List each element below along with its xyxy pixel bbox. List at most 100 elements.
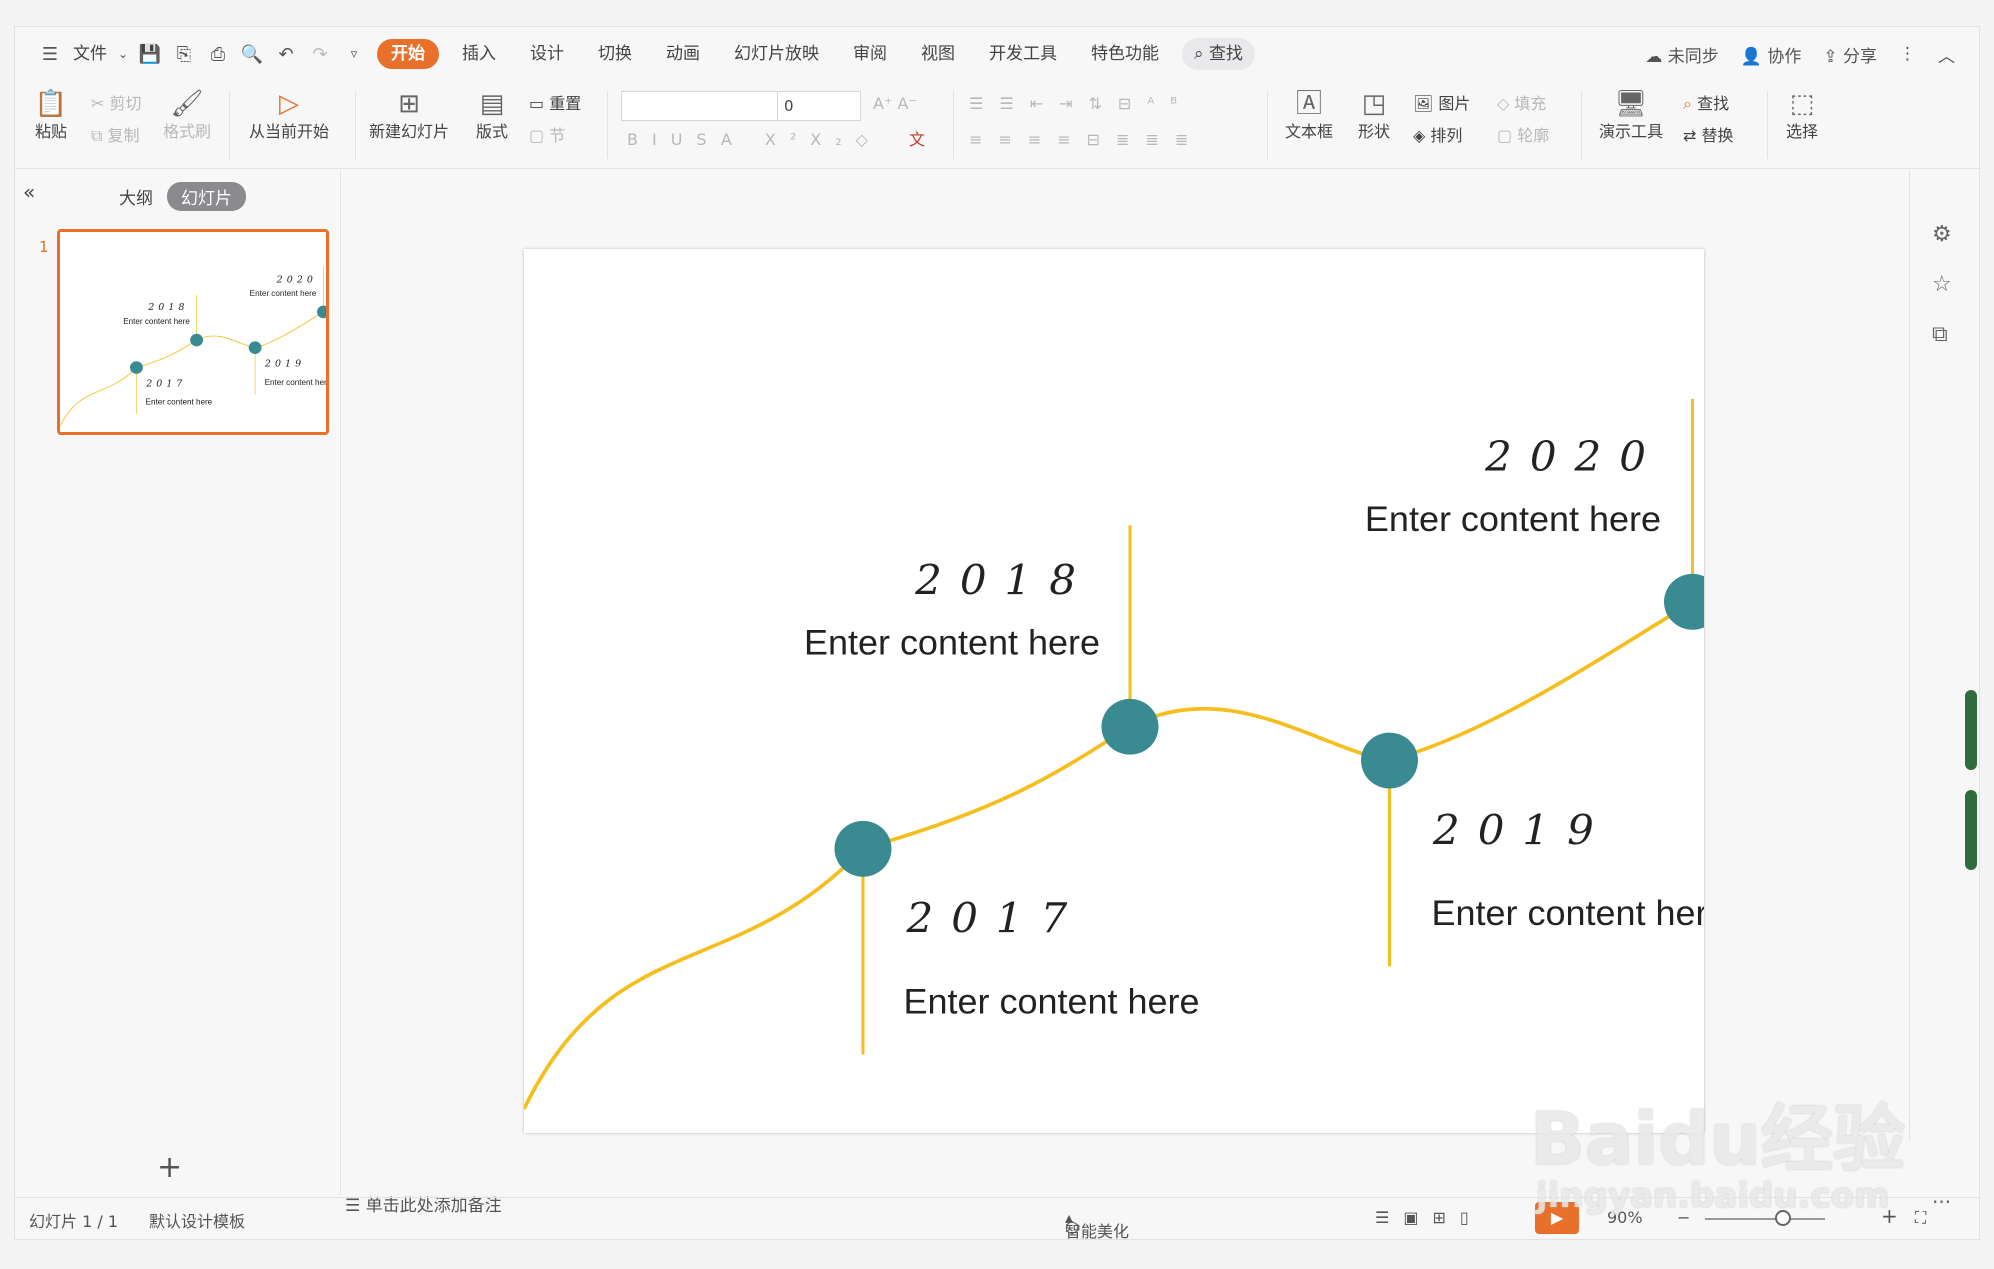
slide-number: 1 <box>39 238 49 256</box>
textbox-button[interactable]: 🄰 文本框 <box>1277 87 1341 143</box>
search-label: 查找 <box>1208 44 1243 64</box>
paragraph-align-controls[interactable]: ≡≡≡≡⊟≣≣≣ <box>969 129 1204 151</box>
replace-button[interactable]: ⇄ 替换 <box>1683 125 1734 147</box>
find-button[interactable]: ⌕ 查找 <box>1683 93 1729 115</box>
app-window: ☰ 文件 ⌄ 💾 ⎘ ⎙ 🔍 ↶ ↷ ▿ 开始 插入 设计 切换 动画 幻灯片放… <box>14 26 1994 1241</box>
timeline-year: 2019 <box>264 359 305 370</box>
tab-design[interactable]: 设计 <box>513 39 581 69</box>
save-icon[interactable]: 💾 <box>133 39 167 69</box>
tab-slides[interactable]: 幻灯片 <box>167 182 246 211</box>
format-painter-button[interactable]: 🖌 格式刷 <box>161 87 213 143</box>
zoom-slider[interactable] <box>1705 1218 1825 1220</box>
view-mode-icons[interactable]: ☰▣⊞▯ <box>1375 1208 1483 1227</box>
new-slide-button[interactable]: ⊞ 新建幻灯片 <box>359 87 459 143</box>
play-from-current-button[interactable]: ▷ 从当前开始 <box>239 87 339 143</box>
more-icon[interactable]: ⋮ <box>1899 44 1916 64</box>
font-name-field[interactable] <box>621 91 781 121</box>
textbox-icon: 🄰 <box>1295 89 1322 119</box>
outline-button[interactable]: ▢ 轮廓 <box>1497 125 1549 147</box>
pinyin-icon[interactable]: 文 <box>909 129 925 151</box>
redo-icon[interactable]: ↷ <box>303 39 337 69</box>
play-icon: ▷ <box>279 89 299 119</box>
collapse-ribbon-icon[interactable]: ︿ <box>1938 42 1955 67</box>
copy-icon[interactable]: ⧉ <box>1932 322 1948 347</box>
add-slide-icon[interactable]: + <box>157 1150 182 1185</box>
layers-icon: ◈ <box>1413 126 1426 145</box>
undo-icon[interactable]: ↶ <box>269 39 303 69</box>
slide-thumbnail[interactable]: 2017 Enter content here 2018 Enter content … <box>57 229 460 435</box>
tab-animation[interactable]: 动画 <box>649 39 717 69</box>
section-button[interactable]: ▢ 节 <box>529 125 565 147</box>
text-format-controls[interactable]: BIUSA X²X₂◇ <box>627 129 882 151</box>
timeline-text: Enter content here <box>146 398 213 407</box>
view-tabs: 大纲 幻灯片 <box>119 182 246 211</box>
fit-window-icon[interactable]: ⛶ <box>1915 1208 1926 1228</box>
timeline-text: Enter content here <box>265 378 326 387</box>
picture-button[interactable]: 🖼 图片 <box>1413 93 1470 115</box>
arrange-button[interactable]: ◈ 排列 <box>1413 125 1462 147</box>
search-icon: ⌕ <box>1194 44 1204 64</box>
layout-button[interactable]: ▤ 版式 <box>467 87 517 143</box>
timeline-dot <box>248 341 262 354</box>
template-name[interactable]: 默认设计模板 <box>149 1208 245 1232</box>
cut-button[interactable]: ✂ 剪切 <box>91 93 142 115</box>
top-right-actions: ☁ 未同步 👤 协作 ⇪ 分享 ⋮ ︿ <box>1645 27 1955 81</box>
smart-beautify-button[interactable]: ⬡ 智能美化 ▴ <box>1065 1208 1129 1241</box>
tab-developer[interactable]: 开发工具 <box>972 39 1074 69</box>
chevron-down-icon[interactable]: ⌄ <box>113 39 133 69</box>
reset-button[interactable]: ▭ 重置 <box>529 93 581 115</box>
timeline-year: 2019 <box>1432 806 1612 855</box>
properties-icon[interactable]: ⚙ <box>1932 222 1952 247</box>
export-icon[interactable]: ⎘ <box>167 39 201 69</box>
user-icon: 👤 <box>1740 46 1762 67</box>
scissors-icon: ✂ <box>91 94 105 113</box>
shape-button[interactable]: ◳ 形状 <box>1349 87 1399 143</box>
fill-button[interactable]: ◇ 填充 <box>1497 93 1546 115</box>
select-button[interactable]: ⬚ 选择 <box>1777 87 1827 143</box>
customize-icon[interactable]: ▿ <box>337 39 371 69</box>
share-button[interactable]: ⇪ 分享 <box>1823 42 1877 67</box>
slide-canvas[interactable]: 2017 Enter content here 2018 Enter content … <box>522 249 1994 1133</box>
timeline-year: 2018 <box>914 556 1094 605</box>
timeline-group: 2017 Enter content here 2018 Enter content … <box>522 398 1994 1110</box>
search-box[interactable]: ⌕ 查找 <box>1182 38 1255 70</box>
timeline-text: Enter content here <box>250 289 317 298</box>
tab-view[interactable]: 视图 <box>904 39 972 69</box>
picture-icon: 🖼 <box>1413 94 1434 113</box>
side-scroll-handle[interactable] <box>1965 690 1977 770</box>
sync-button[interactable]: ☁ 未同步 <box>1645 42 1718 67</box>
timeline-year: 2018 <box>147 302 188 313</box>
thumbnail-group: 2017 Enter content here 2018 Enter content … <box>59 266 460 427</box>
file-menu[interactable]: 文件 <box>67 39 113 69</box>
star-icon[interactable]: ☆ <box>1932 272 1952 297</box>
thumbnail-preview: 2017 Enter content here 2018 Enter content … <box>59 266 460 427</box>
tab-features[interactable]: 特色功能 <box>1074 39 1176 69</box>
fill-icon: ◇ <box>1497 94 1510 113</box>
present-tools-button[interactable]: 🖥 演示工具 <box>1589 87 1673 143</box>
tab-slideshow[interactable]: 幻灯片放映 <box>717 39 836 69</box>
timeline-graphic: 2017 Enter content here 2018 Enter content … <box>522 398 1994 1110</box>
collab-button[interactable]: 👤 协作 <box>1741 42 1802 67</box>
timeline-year: 2020 <box>276 274 317 285</box>
paragraph-list-controls[interactable]: ☰☰⇤⇥⇅⊟ᴬᴮ <box>969 93 1193 115</box>
timeline-year: 2017 <box>905 894 1085 943</box>
timeline-dot <box>129 361 143 374</box>
hamburger-icon[interactable]: ☰ <box>33 39 67 69</box>
paste-button[interactable]: 📋 粘贴 <box>29 87 73 143</box>
tab-outline[interactable]: 大纲 <box>119 184 153 209</box>
cloud-icon: ☁ <box>1645 46 1663 67</box>
print-icon[interactable]: ⎙ <box>201 39 235 69</box>
copy-button[interactable]: ⧉ 复制 <box>91 125 140 147</box>
side-scroll-handle-2[interactable] <box>1965 790 1977 870</box>
copy-icon: ⧉ <box>91 126 103 145</box>
font-size-controls[interactable]: A⁺ A⁻ <box>873 93 917 115</box>
collapse-panel-icon[interactable]: « <box>23 180 35 204</box>
tab-insert[interactable]: 插入 <box>445 39 513 69</box>
tab-home[interactable]: 开始 <box>377 39 439 69</box>
font-size-field[interactable]: 0 <box>777 91 861 121</box>
tab-transition[interactable]: 切换 <box>581 39 649 69</box>
reset-icon: ▭ <box>529 94 545 113</box>
print-preview-icon[interactable]: 🔍 <box>235 39 269 69</box>
tab-review[interactable]: 审阅 <box>836 39 904 69</box>
right-sidebar: ⚙ ☆ ⧉ ··· <box>1909 170 1979 1214</box>
